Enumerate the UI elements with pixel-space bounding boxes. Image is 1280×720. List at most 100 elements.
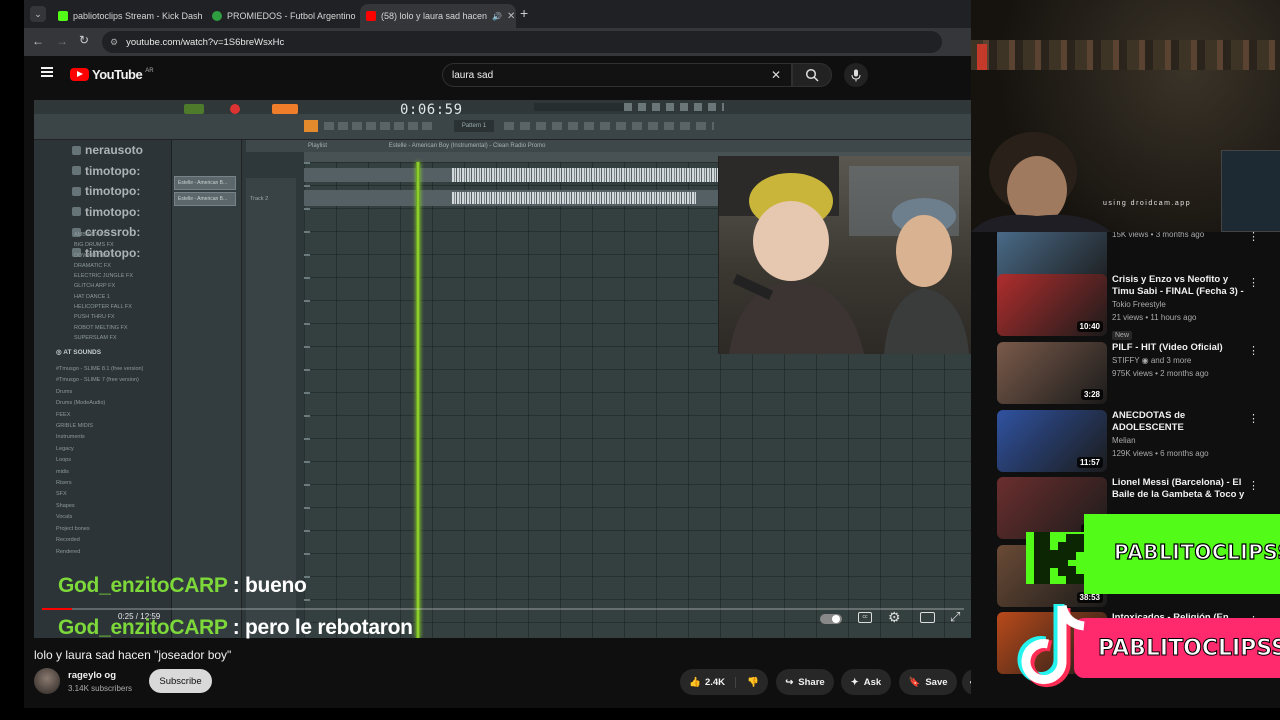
video-info: Lionel Messi (Barcelona) - El Baile de l… [1112,477,1247,501]
video-thumbnail[interactable]: 3:28 [997,342,1107,404]
forward-icon[interactable]: → [56,34,68,48]
tab-close-icon[interactable]: ✕ [507,11,515,22]
ask-button[interactable]: ✦ Ask [841,669,891,695]
browser-folder[interactable]: Legacy [56,444,143,455]
progress-fill [42,608,72,610]
droidcam-watermark: using droidcam.app [1103,200,1192,207]
people-silhouettes [729,173,969,354]
tab-bar: ⌄ pabliotoclips Stream - Kick Dash ✕ PRO… [24,0,971,28]
back-icon[interactable]: ← [32,34,44,48]
autoplay-toggle[interactable] [820,614,842,624]
menu-icon[interactable] [41,67,53,77]
browser-folder[interactable]: Risers [56,478,143,489]
tab-promiedos[interactable]: PROMIEDOS - Futbol Argentino ✕ [206,4,356,28]
recommended-video[interactable]: 10:40 Crisis y Enzo vs Neofito y Timu Sab… [997,274,1280,340]
video-title[interactable]: ANECDOTAS de ADOLESCENTE [1112,410,1247,434]
browser-folder[interactable]: Shapes [56,501,143,512]
browser-item[interactable]: SUPERSLAM FX [74,333,133,343]
browser-folder[interactable]: Drums (ModeAudio) [56,398,143,409]
site-info-icon[interactable]: ⚙ [110,37,118,48]
chat-username: God_enzitoCARP [58,574,228,597]
more-options-icon[interactable]: ⋮ [1248,232,1259,243]
channel-name[interactable]: rageylo og [68,670,116,681]
browser-folder[interactable]: GRIBLE MIDIS [56,421,143,432]
screen: ⌄ pabliotoclips Stream - Kick Dash ✕ PRO… [0,0,1280,720]
youtube-favicon-icon [366,11,376,21]
settings-gear-icon[interactable]: ⚙ [888,609,901,626]
youtube-logo[interactable]: YouTube AR [70,67,154,82]
tiktok-logo-icon [1017,604,1085,688]
youtube-page: YouTube AR laura sad ✕ 0:06:59 Pattern 1… [24,56,995,708]
save-button[interactable]: 🔖 Save [899,669,957,695]
webcam-overlay: using droidcam.app [971,0,1280,232]
browser-folder[interactable]: FEEX [56,410,143,421]
tab-youtube-active[interactable]: (58) lolo y laura sad hacen 🔊 ✕ [360,4,516,28]
more-options-icon[interactable]: ⋮ [1248,412,1259,425]
browser-folder[interactable]: #Tmusgo - SLIME 7 (free version) [56,375,143,386]
browser-item[interactable]: HAT DANCE 1 [74,292,133,302]
facecam-overlay [718,156,995,354]
more-options-icon[interactable]: ⋮ [1248,479,1259,492]
chat-username: God_enzitoCARP [58,616,228,639]
progress-bar[interactable] [42,608,964,610]
browser-item[interactable]: HELICOPTER FALL FX [74,302,133,312]
search-button[interactable] [792,63,832,87]
browser-folder[interactable]: Loops [56,455,143,466]
duration-badge: 10:40 [1076,321,1103,332]
clear-search-icon[interactable]: ✕ [771,68,781,82]
dislike-button[interactable]: 👎 [741,677,759,688]
reload-icon[interactable]: ↻ [79,33,89,47]
kick-channel-badge: PABLITOCLIPSS [1026,510,1280,598]
browser-section-label: ◎ AT SOUNDS [56,349,102,356]
more-options-icon[interactable]: ⋮ [1248,344,1259,357]
browser-item[interactable]: PUSH THRU FX [74,312,133,322]
share-button[interactable]: ↪ Share [776,669,834,695]
tab-search-icon[interactable]: ⌄ [30,6,46,22]
video-info: ANECDOTAS de ADOLESCENTE Melian 129K views… [1112,410,1247,460]
new-tab-button[interactable]: + [520,5,528,21]
video-title[interactable]: Crisis y Enzo vs Neofito y Timu Sabi - F… [1112,274,1247,298]
browser-item[interactable]: BIG DRUMS FX [74,240,133,250]
video-meta: 975K views • 2 months ago [1112,369,1209,378]
audio-playing-icon[interactable]: 🔊 [492,12,502,21]
browser-folder[interactable]: SFX [56,489,143,500]
browser-item[interactable]: DOWNFILTER 1 [74,251,133,261]
video-title[interactable]: PILF - HIT (Video Oficial) [1112,342,1247,354]
fl-time-display: 0:06:59 [400,102,463,118]
like-button[interactable]: 👍 2.4K [689,676,737,688]
browser-folder[interactable]: midis [56,467,143,478]
channel-avatar[interactable] [34,668,60,694]
subscribe-button[interactable]: Subscribe [149,669,212,693]
browser-folder[interactable]: Rendered [56,547,143,558]
browser-item[interactable]: GLITCH ARP FX [74,281,133,291]
recommended-video[interactable]: 3:28 PILF - HIT (Video Oficial) STIFFY ◉ a… [997,342,1280,406]
browser-folder[interactable]: Drums [56,387,143,398]
browser-item[interactable]: ELECTRIC JUNGLE FX [74,271,133,281]
browser-folder[interactable]: #Tmusgo - SLIME 8.1 (free version) [56,364,143,375]
video-thumbnail[interactable]: 10:40 [997,274,1107,336]
browser-item[interactable]: AMBIENT FX [74,230,133,240]
recommended-video[interactable]: 11:57 ANECDOTAS de ADOLESCENTE Melian 129K … [997,410,1280,474]
address-bar[interactable]: ⚙ youtube.com/watch?v=1S6breWsxHc [102,31,942,53]
miniplayer-icon[interactable] [920,612,935,623]
browser-item[interactable]: ROBOT MELTING FX [74,323,133,333]
browser-folder[interactable]: Instruments [56,432,143,443]
voice-search-button[interactable] [844,63,868,87]
video-title[interactable]: Lionel Messi (Barcelona) - El Baile de l… [1112,477,1247,501]
record-icon [230,104,240,114]
promiedos-favicon-icon [212,11,222,21]
browser-folder[interactable]: Project bones [56,524,143,535]
tab-kick[interactable]: pabliotoclips Stream - Kick Dash ✕ [52,4,202,28]
video-thumbnail[interactable]: 11:57 [997,410,1107,472]
kick-favicon-icon [58,11,68,21]
country-code: AR [145,67,154,74]
fullscreen-icon[interactable]: ⤢ [950,609,960,625]
captions-icon[interactable]: cc [858,612,872,623]
search-icon [805,68,819,82]
browser-folder[interactable]: Recorded [56,535,143,546]
browser-item[interactable]: DRAMATIC FX [74,261,133,271]
search-input[interactable]: laura sad ✕ [442,63,792,87]
more-options-icon[interactable]: ⋮ [1248,276,1259,289]
browser-folder[interactable]: Vocals [56,512,143,523]
pattern-selector: Pattern 1 [454,120,494,132]
